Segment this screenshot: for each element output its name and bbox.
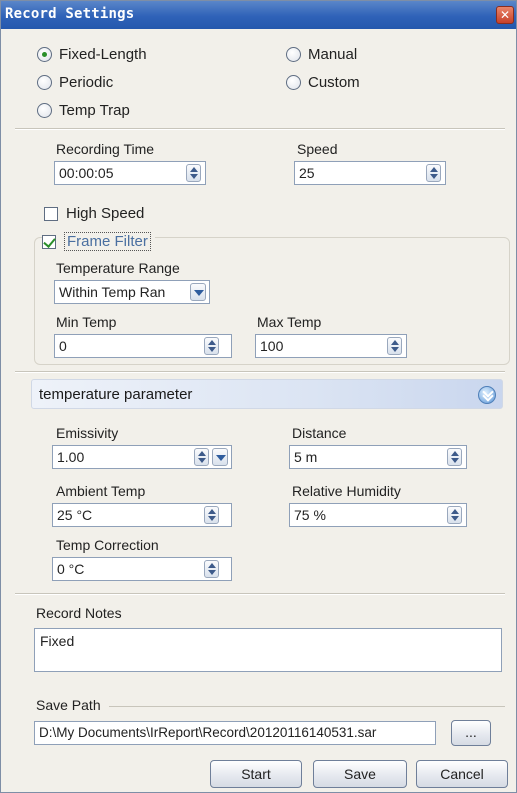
divider xyxy=(15,128,505,130)
spinner-icon[interactable] xyxy=(186,164,201,182)
ambient-temp-label: Ambient Temp xyxy=(56,483,146,499)
min-temp-input[interactable]: 0 xyxy=(54,334,232,358)
speed-input[interactable]: 25 xyxy=(294,161,446,185)
max-temp-label: Max Temp xyxy=(257,314,322,330)
chevron-down-icon[interactable] xyxy=(190,283,206,301)
save-button[interactable]: Save xyxy=(313,760,407,788)
temp-correction-label: Temp Correction xyxy=(56,537,159,553)
spinner-icon[interactable] xyxy=(447,448,462,466)
emissivity-input[interactable]: 1.00 xyxy=(52,445,232,469)
save-path-label: Save Path xyxy=(36,697,101,713)
temp-correction-input[interactable]: 0 °C xyxy=(52,557,232,581)
save-path-value: D:\My Documents\IrReport\Record\20120116… xyxy=(39,725,377,740)
radio-temp-trap[interactable]: Temp Trap xyxy=(37,102,130,119)
record-notes-label: Record Notes xyxy=(36,605,122,621)
distance-value: 5 m xyxy=(294,449,318,465)
chevron-down-icon[interactable] xyxy=(212,448,228,466)
radio-label: Manual xyxy=(308,46,358,63)
distance-label: Distance xyxy=(292,425,347,441)
radio-custom[interactable]: Custom xyxy=(286,74,360,91)
spinner-icon[interactable] xyxy=(426,164,441,182)
radio-selected-icon xyxy=(37,47,52,62)
temp-correction-value: 0 °C xyxy=(57,561,85,577)
ambient-temp-value: 25 °C xyxy=(57,507,93,523)
radio-fixed-length[interactable]: Fixed-Length xyxy=(37,46,147,63)
speed-value: 25 xyxy=(299,165,315,181)
emissivity-label: Emissivity xyxy=(56,425,119,441)
record-settings-dialog: Record Settings ✕ Fixed-Length Manual Pe… xyxy=(0,0,517,793)
radio-periodic[interactable]: Periodic xyxy=(37,74,113,91)
dialog-title: Record Settings xyxy=(5,6,135,22)
radio-icon xyxy=(286,47,301,62)
radio-label: Temp Trap xyxy=(59,102,130,119)
relative-humidity-input[interactable]: 75 % xyxy=(289,503,467,527)
checkbox-checked-icon xyxy=(42,234,56,249)
relative-humidity-value: 75 % xyxy=(294,507,326,523)
recording-time-value: 00:00:05 xyxy=(59,165,114,181)
radio-label: Periodic xyxy=(59,74,114,91)
frame-filter-checkbox[interactable]: Frame Filter xyxy=(42,232,155,251)
record-notes-textarea[interactable]: Fixed xyxy=(34,628,502,672)
close-button[interactable]: ✕ xyxy=(496,6,514,24)
divider xyxy=(15,371,505,373)
high-speed-label: High Speed xyxy=(66,205,145,222)
emissivity-value: 1.00 xyxy=(57,449,85,465)
max-temp-value: 100 xyxy=(260,338,284,354)
temperature-range-select[interactable]: Within Temp Ran xyxy=(54,280,210,304)
collapse-icon[interactable] xyxy=(478,386,496,404)
checkbox-icon xyxy=(44,206,58,221)
spinner-icon[interactable] xyxy=(204,337,219,355)
radio-manual[interactable]: Manual xyxy=(286,46,357,63)
divider xyxy=(109,706,505,707)
recording-time-input[interactable]: 00:00:05 xyxy=(54,161,206,185)
title-bar[interactable]: Record Settings ✕ xyxy=(1,1,516,29)
recording-time-label: Recording Time xyxy=(56,141,155,157)
spinner-icon[interactable] xyxy=(447,506,462,524)
frame-filter-label: Frame Filter xyxy=(64,232,151,251)
radio-icon xyxy=(37,75,52,90)
relative-humidity-label: Relative Humidity xyxy=(292,483,401,499)
browse-button[interactable]: ... xyxy=(451,720,491,746)
spinner-icon[interactable] xyxy=(387,337,402,355)
radio-label: Fixed-Length xyxy=(59,46,147,63)
speed-label: Speed xyxy=(297,141,338,157)
temperature-range-value: Within Temp Ran xyxy=(59,284,166,300)
distance-input[interactable]: 5 m xyxy=(289,445,467,469)
temperature-parameter-title: temperature parameter xyxy=(39,386,193,403)
cancel-button[interactable]: Cancel xyxy=(416,760,508,788)
start-button[interactable]: Start xyxy=(210,760,302,788)
high-speed-checkbox[interactable]: High Speed xyxy=(44,205,144,222)
radio-icon xyxy=(286,75,301,90)
radio-icon xyxy=(37,103,52,118)
record-notes-value: Fixed xyxy=(40,633,75,649)
spinner-icon[interactable] xyxy=(194,448,209,466)
temperature-range-label: Temperature Range xyxy=(56,260,180,276)
close-icon: ✕ xyxy=(499,8,511,22)
save-path-input[interactable]: D:\My Documents\IrReport\Record\20120116… xyxy=(34,721,436,745)
spinner-icon[interactable] xyxy=(204,506,219,524)
min-temp-label: Min Temp xyxy=(56,314,117,330)
min-temp-value: 0 xyxy=(59,338,67,354)
max-temp-input[interactable]: 100 xyxy=(255,334,407,358)
divider xyxy=(15,593,505,595)
radio-label: Custom xyxy=(308,74,360,91)
temperature-parameter-header[interactable]: temperature parameter xyxy=(31,379,503,409)
spinner-icon[interactable] xyxy=(204,560,219,578)
ambient-temp-input[interactable]: 25 °C xyxy=(52,503,232,527)
